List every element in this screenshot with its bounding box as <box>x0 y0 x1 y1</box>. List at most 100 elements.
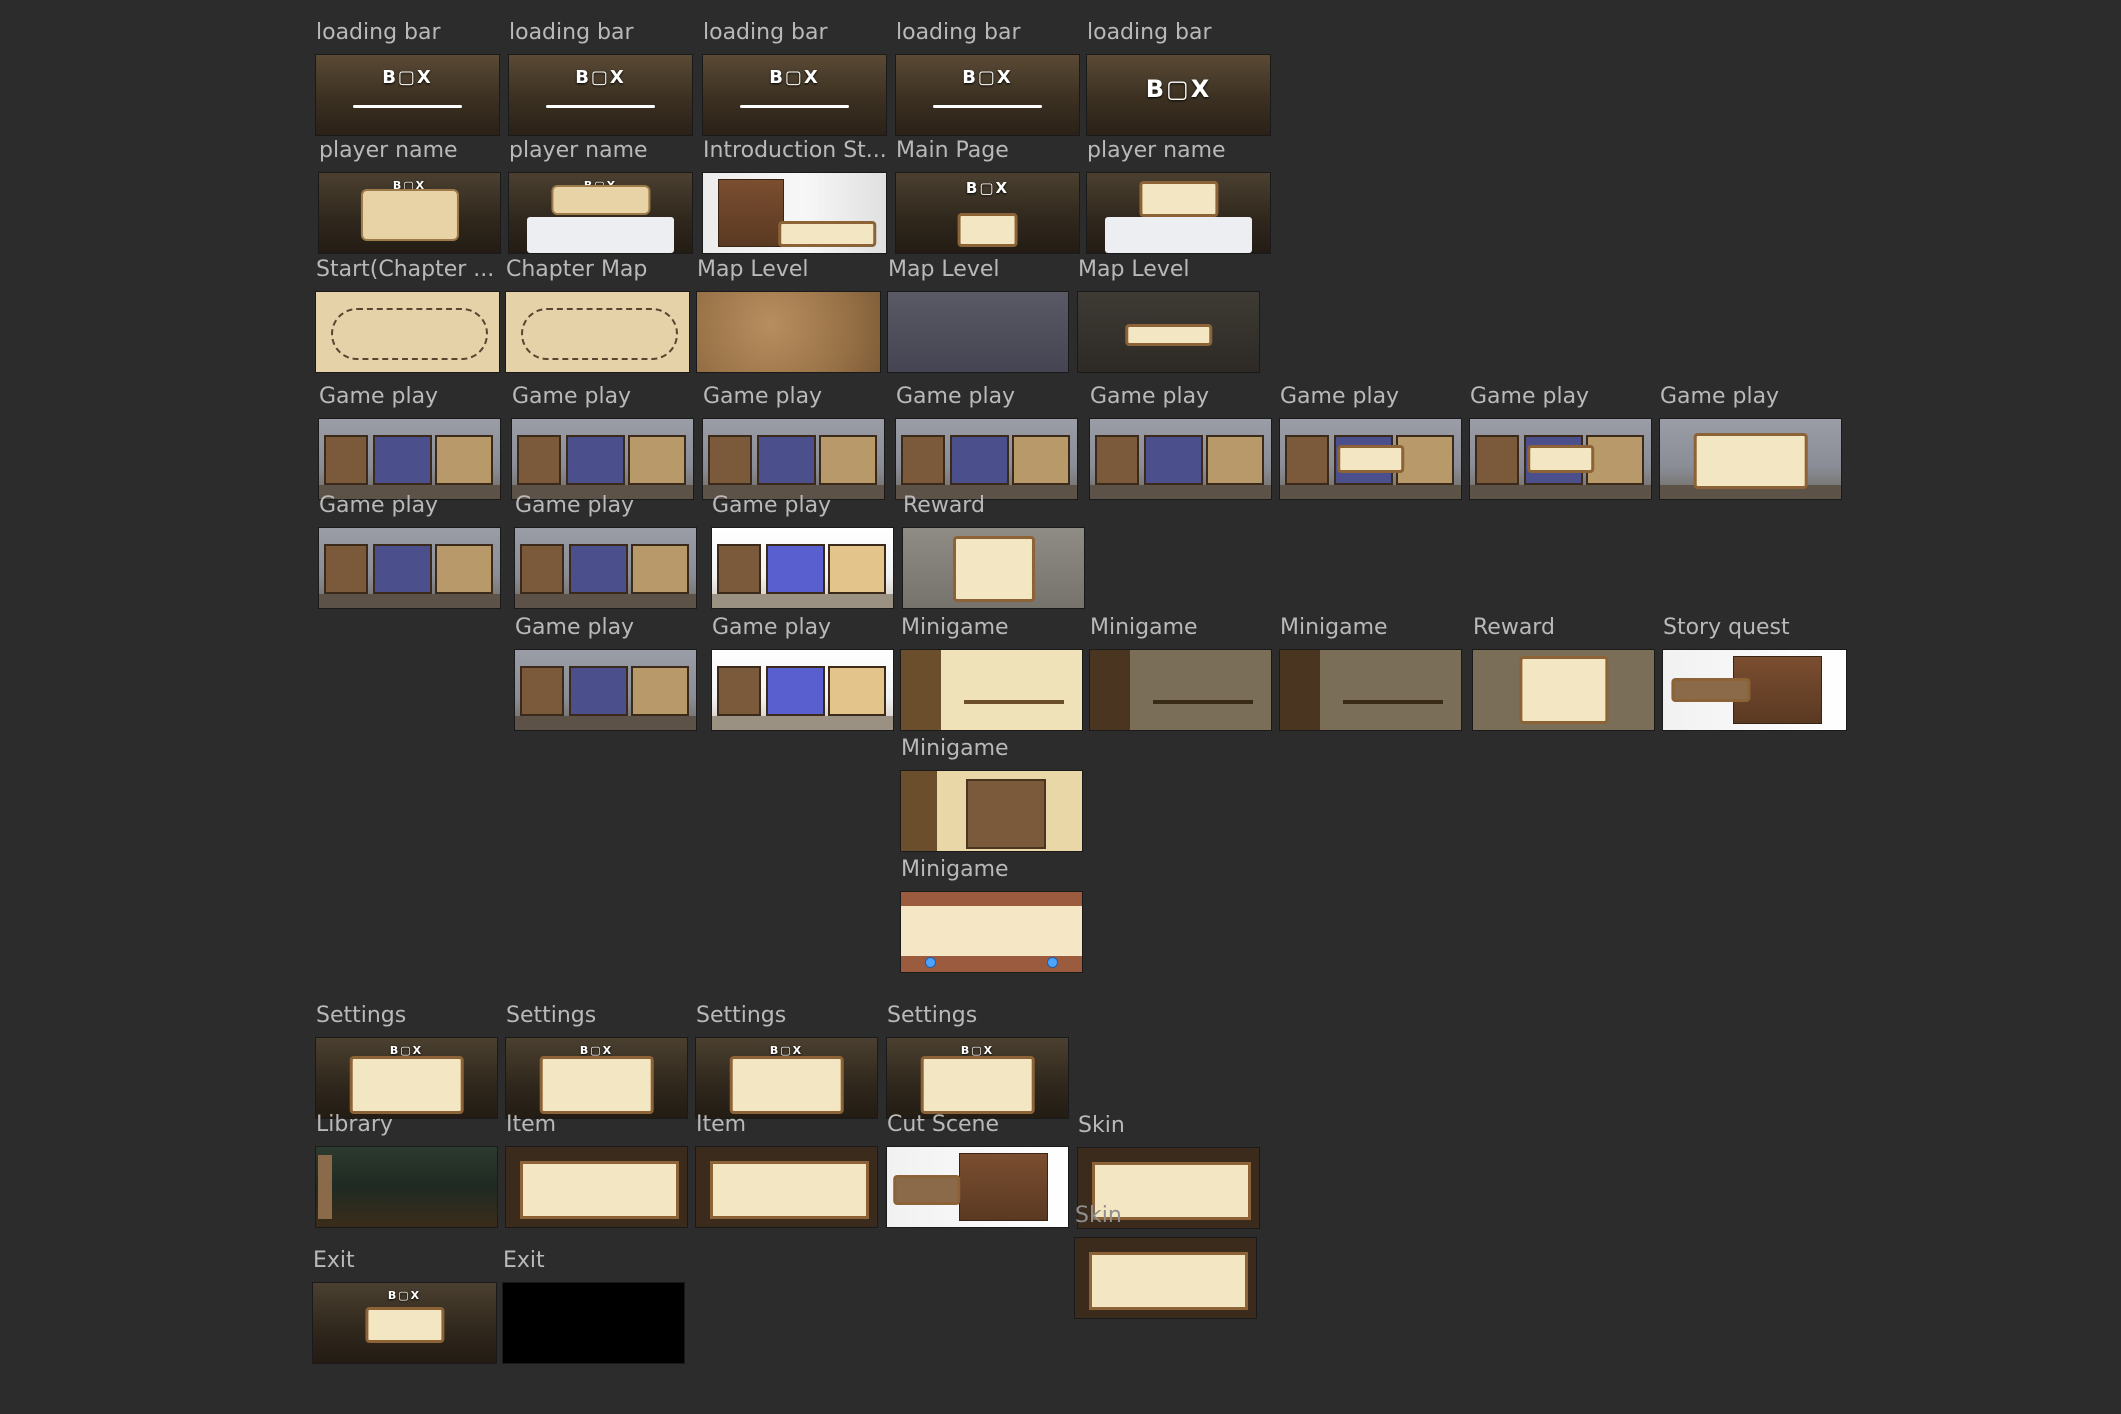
frame-thumbnail[interactable] <box>1086 172 1271 254</box>
frame-minigame-runner[interactable]: Minigame <box>900 857 1083 975</box>
house <box>766 544 825 594</box>
frame-thumbnail[interactable] <box>902 527 1085 609</box>
frame-cut-scene[interactable]: Cut Scene <box>886 1112 1069 1230</box>
onscreen-keyboard <box>527 217 674 253</box>
frame-thumbnail[interactable] <box>1089 418 1272 500</box>
frame-thumbnail[interactable] <box>900 649 1083 731</box>
frame-loading-bar-3[interactable]: loading bar B▢X <box>702 20 887 139</box>
frame-settings-1[interactable]: Settings B▢X <box>315 1003 498 1121</box>
frame-start-chapter[interactable]: Start(Chapter ... <box>315 257 500 375</box>
design-canvas[interactable]: loading bar B▢X loading bar B▢X loading … <box>0 0 2121 1414</box>
frame-game-play-6[interactable]: Game play <box>1279 384 1462 502</box>
frame-game-play-12[interactable]: Game play <box>514 615 697 733</box>
frame-player-name-3[interactable]: player name <box>1086 138 1271 256</box>
frame-thumbnail[interactable] <box>695 1146 878 1228</box>
frame-introduction-story[interactable]: Introduction St... <box>702 138 887 256</box>
frame-thumbnail[interactable] <box>514 649 697 731</box>
frame-game-play-13[interactable]: Game play <box>711 615 894 733</box>
frame-thumbnail[interactable] <box>1089 649 1272 731</box>
frame-thumbnail[interactable] <box>702 172 887 254</box>
frame-skin-2[interactable]: Skin <box>1074 1203 1257 1320</box>
frame-thumbnail[interactable] <box>511 418 694 500</box>
frame-exit-2[interactable]: Exit <box>502 1248 685 1366</box>
house <box>708 435 753 485</box>
frame-thumbnail[interactable]: B▢X <box>315 54 500 136</box>
frame-minigame-3[interactable]: Minigame <box>1279 615 1462 733</box>
frame-loading-bar-5[interactable]: loading bar B▢X <box>1086 20 1271 139</box>
frame-thumbnail[interactable]: B▢X <box>505 1037 688 1119</box>
frame-map-level-2[interactable]: Map Level <box>887 257 1069 375</box>
frame-game-play-8[interactable]: Game play <box>1659 384 1842 502</box>
frame-exit-1[interactable]: Exit B▢X <box>312 1248 497 1366</box>
frame-story-quest[interactable]: Story quest <box>1662 615 1847 733</box>
frame-main-page[interactable]: Main Page B▢X <box>895 138 1080 256</box>
frame-thumbnail[interactable] <box>1469 418 1652 500</box>
frame-thumbnail[interactable]: B▢X <box>886 1037 1069 1119</box>
frame-game-play-2[interactable]: Game play <box>511 384 694 502</box>
frame-thumbnail[interactable] <box>1077 291 1260 373</box>
frame-thumbnail[interactable] <box>711 649 894 731</box>
frame-thumbnail[interactable]: B▢X <box>508 54 693 136</box>
frame-game-play-1[interactable]: Game play <box>318 384 501 502</box>
frame-thumbnail[interactable] <box>895 418 1078 500</box>
frame-game-play-9[interactable]: Game play <box>318 493 501 611</box>
frame-thumbnail[interactable]: B▢X <box>695 1037 878 1119</box>
frame-loading-bar-2[interactable]: loading bar B▢X <box>508 20 693 139</box>
frame-minigame-1[interactable]: Minigame <box>900 615 1083 733</box>
frame-item-1[interactable]: Item <box>505 1112 688 1230</box>
frame-thumbnail[interactable]: B▢X <box>702 54 887 136</box>
frame-library[interactable]: Library <box>315 1112 498 1230</box>
frame-chapter-map[interactable]: Chapter Map <box>505 257 690 375</box>
frame-game-play-4[interactable]: Game play <box>895 384 1078 502</box>
frame-thumbnail[interactable] <box>702 418 885 500</box>
frame-minigame-maze[interactable]: Minigame <box>900 736 1083 854</box>
frame-thumbnail[interactable] <box>900 891 1083 973</box>
frame-reward-1[interactable]: Reward <box>902 493 1085 611</box>
frame-thumbnail[interactable] <box>505 1146 688 1228</box>
frame-thumbnail[interactable] <box>1659 418 1842 500</box>
frame-thumbnail[interactable] <box>315 291 500 373</box>
frame-thumbnail[interactable] <box>696 291 881 373</box>
frame-thumbnail[interactable] <box>887 291 1069 373</box>
frame-loading-bar-4[interactable]: loading bar B▢X <box>895 20 1080 139</box>
frame-thumbnail[interactable] <box>1472 649 1655 731</box>
frame-game-play-11[interactable]: Game play <box>711 493 894 611</box>
frame-thumbnail[interactable]: B▢X <box>312 1282 497 1364</box>
box-logo: B▢X <box>387 1289 422 1302</box>
frame-thumbnail[interactable] <box>315 1146 498 1228</box>
frame-settings-4[interactable]: Settings B▢X <box>886 1003 1069 1121</box>
frame-thumbnail[interactable] <box>900 770 1083 852</box>
frame-thumbnail[interactable] <box>514 527 697 609</box>
frame-thumbnail[interactable] <box>318 527 501 609</box>
frame-thumbnail[interactable]: B▢X <box>318 172 501 254</box>
frame-minigame-2[interactable]: Minigame <box>1089 615 1272 733</box>
frame-player-name-2[interactable]: player name B▢X <box>508 138 693 256</box>
frame-thumbnail[interactable]: B▢X <box>508 172 693 254</box>
frame-loading-bar-1[interactable]: loading bar B▢X <box>315 20 500 139</box>
frame-thumbnail[interactable] <box>1279 649 1462 731</box>
frame-thumbnail[interactable]: B▢X <box>895 54 1080 136</box>
frame-thumbnail[interactable] <box>1279 418 1462 500</box>
frame-thumbnail[interactable] <box>502 1282 685 1364</box>
frame-player-name-1[interactable]: player name B▢X <box>318 138 501 256</box>
frame-thumbnail[interactable] <box>1074 1237 1257 1319</box>
frame-game-play-7[interactable]: Game play <box>1469 384 1652 502</box>
frame-game-play-10[interactable]: Game play <box>514 493 697 611</box>
frame-thumbnail[interactable] <box>318 418 501 500</box>
frame-map-level-1[interactable]: Map Level <box>696 257 881 375</box>
frame-settings-2[interactable]: Settings B▢X <box>505 1003 688 1121</box>
frame-thumbnail[interactable] <box>1662 649 1847 731</box>
frame-game-play-3[interactable]: Game play <box>702 384 885 502</box>
frame-thumbnail[interactable]: B▢X <box>315 1037 498 1119</box>
street <box>1280 485 1461 499</box>
frame-settings-3[interactable]: Settings B▢X <box>695 1003 878 1121</box>
frame-game-play-5[interactable]: Game play <box>1089 384 1272 502</box>
frame-item-2[interactable]: Item <box>695 1112 878 1230</box>
frame-thumbnail[interactable] <box>711 527 894 609</box>
frame-thumbnail[interactable]: B▢X <box>895 172 1080 254</box>
frame-thumbnail[interactable] <box>505 291 690 373</box>
frame-map-level-3[interactable]: Map Level <box>1077 257 1260 375</box>
frame-thumbnail[interactable] <box>886 1146 1069 1228</box>
frame-reward-2[interactable]: Reward <box>1472 615 1655 733</box>
frame-thumbnail[interactable]: B▢X <box>1086 54 1271 136</box>
